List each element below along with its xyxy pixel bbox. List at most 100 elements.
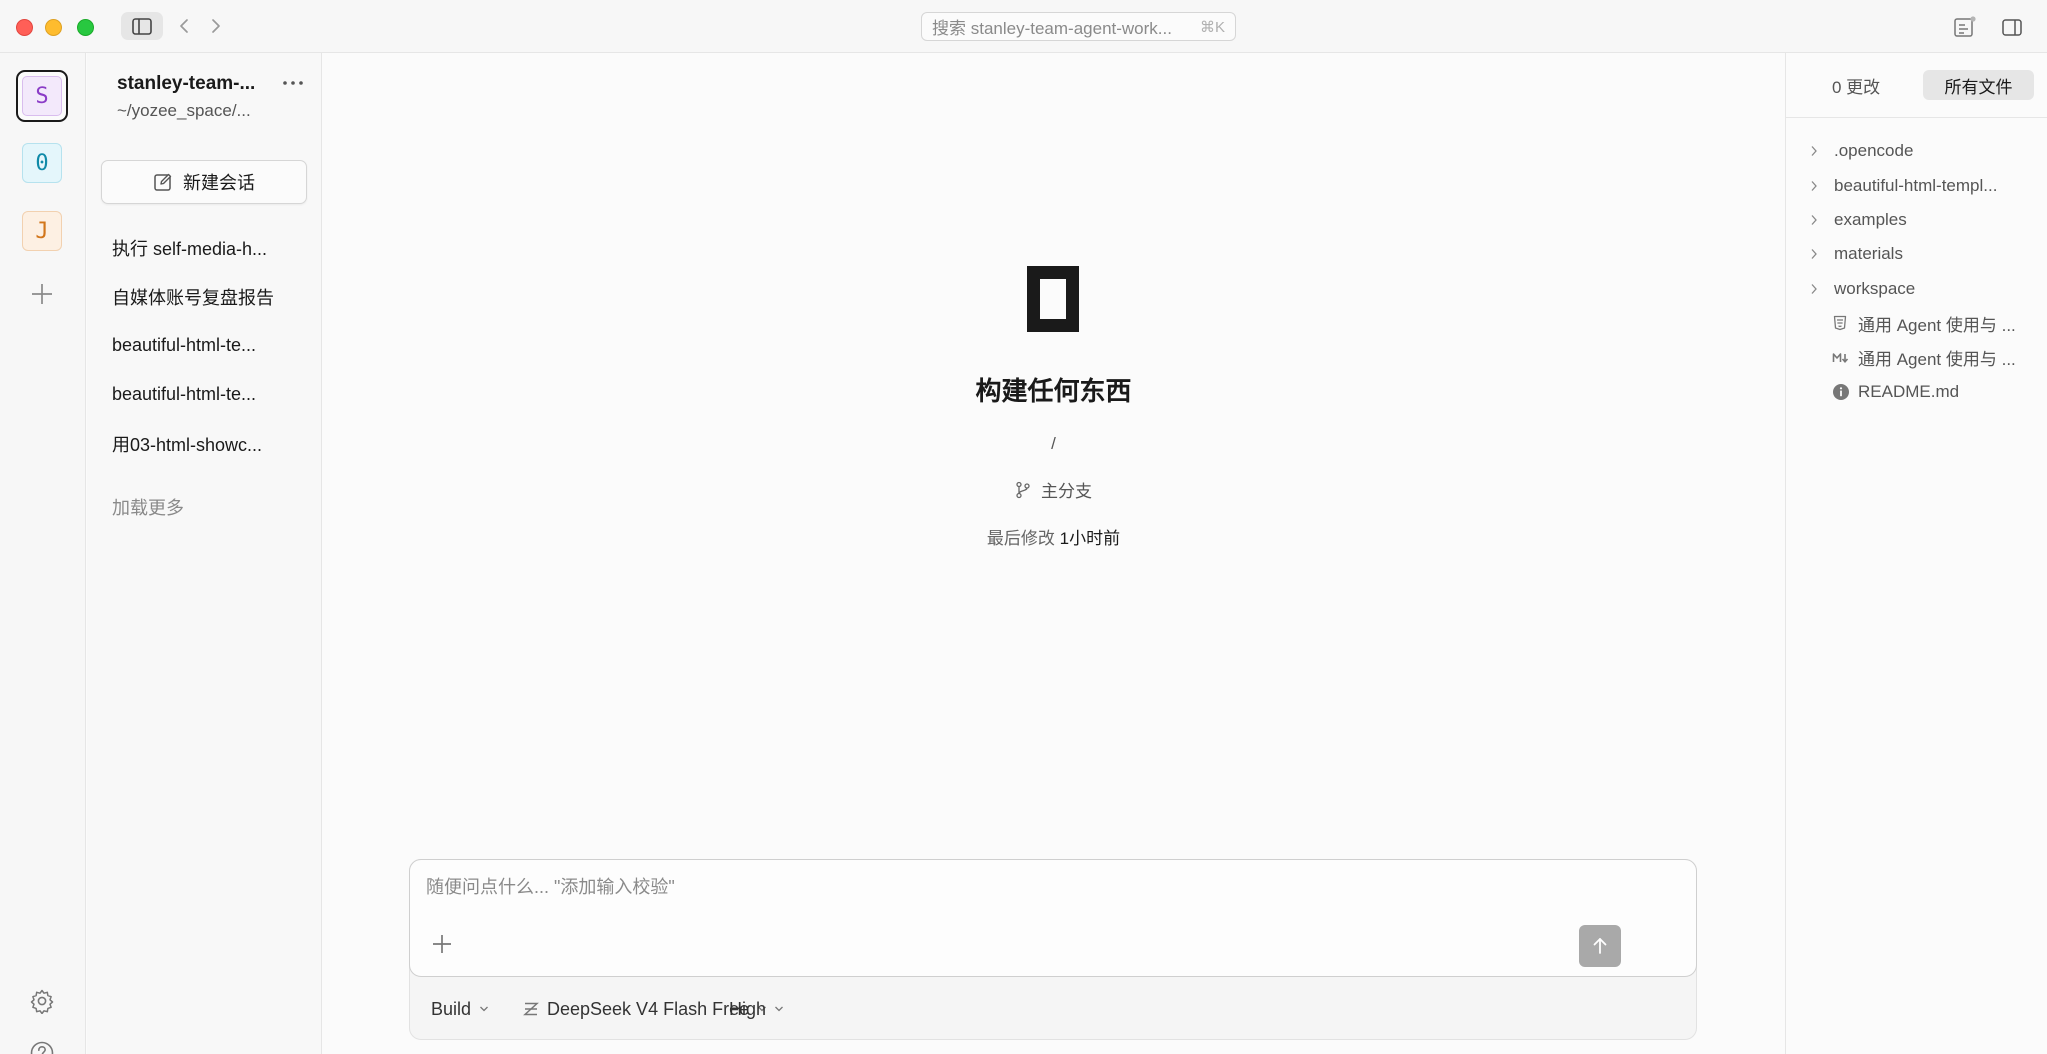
session-label: 自媒体账号复盘报告 [112, 287, 274, 308]
file-panel: 0 更改 所有文件 .opencode beautiful-html-templ… [1785, 53, 2047, 1054]
search-input[interactable]: 搜索 stanley-team-agent-work... ⌘K [921, 12, 1236, 41]
file-row[interactable]: README.md [1786, 375, 2047, 409]
info-file-icon [1833, 383, 1849, 400]
chevron-down-icon [480, 1006, 488, 1012]
send-button[interactable] [1579, 925, 1621, 967]
file-name: README.md [1858, 381, 1960, 401]
chevron-left-icon [180, 19, 188, 33]
mode-select[interactable]: Build [431, 989, 489, 1029]
project-j[interactable]: J [22, 211, 62, 251]
branch-info: 主分支 [323, 477, 1784, 502]
minimize-window-button[interactable] [45, 19, 62, 36]
review-panel-button[interactable] [1952, 14, 1978, 40]
project-0-letter: 0 [35, 150, 49, 176]
new-chat-button[interactable]: 新建会话 [101, 160, 307, 204]
html-file-icon [1833, 315, 1847, 331]
plus-icon [32, 284, 52, 304]
session-list: 执行 self-media-h... 自媒体账号复盘报告 beautiful-h… [87, 223, 322, 468]
last-modified-label: 最后修改 [986, 529, 1055, 548]
right-panel-icon [2002, 18, 2022, 36]
file-tree: .opencode beautiful-html-templ... exampl… [1786, 134, 2047, 409]
project-s-letter: S [35, 83, 49, 109]
project-0[interactable]: 0 [22, 143, 62, 183]
branch-name: 主分支 [1041, 482, 1092, 501]
prompt-input[interactable]: 随便问点什么... "添加输入校验" [409, 859, 1697, 977]
tab-changes[interactable]: 0 更改 [1832, 73, 1880, 98]
review-icon [1954, 16, 1976, 37]
folder-name: materials [1834, 244, 1903, 264]
folder-row[interactable]: materials [1786, 237, 2047, 271]
effort-select[interactable]: High [729, 989, 784, 1029]
file-name: 通用 Agent 使用与 ... [1858, 350, 2016, 370]
app-logo-icon [1027, 266, 1079, 332]
effort-label: High [729, 998, 767, 1019]
last-modified-value: 1小时前 [1059, 529, 1121, 548]
file-row[interactable]: 通用 Agent 使用与 ... [1786, 340, 2047, 374]
search-shortcut: ⌘K [1199, 18, 1225, 36]
file-row[interactable]: 通用 Agent 使用与 ... [1786, 306, 2047, 340]
help-icon [30, 1041, 54, 1054]
compose-icon [154, 173, 172, 191]
workspace-path: ~/yozee_space/... [117, 101, 251, 120]
search-placeholder: 搜索 stanley-team-agent-work... [932, 19, 1172, 38]
folder-row[interactable]: beautiful-html-templ... [1786, 168, 2047, 202]
session-item[interactable]: 用03-html-showc... [87, 419, 322, 468]
add-project-button[interactable] [28, 280, 56, 308]
folder-name: examples [1834, 209, 1907, 229]
close-window-button[interactable] [16, 19, 33, 36]
help-button[interactable] [29, 1040, 55, 1054]
git-branch-icon [1016, 481, 1030, 498]
session-label: 执行 self-media-h... [112, 238, 268, 259]
attach-button[interactable] [428, 930, 456, 958]
maximize-window-button[interactable] [77, 19, 94, 36]
empty-state-headline: 构建任何东西 [975, 376, 1132, 406]
folder-row[interactable]: examples [1786, 203, 2047, 237]
load-more-link[interactable]: 加载更多 [112, 494, 184, 520]
folder-row[interactable]: workspace [1786, 272, 2047, 306]
project-rail: S 0 J [0, 53, 86, 1054]
toggle-sidebar-button[interactable] [121, 12, 163, 40]
project-path: / [1051, 434, 1056, 453]
back-button[interactable] [173, 13, 195, 39]
prompt-placeholder: 随便问点什么... "添加输入校验" [426, 877, 675, 897]
folder-name: workspace [1834, 278, 1916, 298]
model-label: DeepSeek V4 Flash Free [547, 998, 750, 1019]
session-item[interactable]: beautiful-html-te... [87, 370, 322, 419]
mode-label: Build [431, 998, 472, 1019]
plus-icon [433, 935, 451, 953]
chevron-right-icon [1811, 249, 1817, 260]
title-bar: 搜索 stanley-team-agent-work... ⌘K [0, 0, 2047, 53]
chevron-right-icon [1811, 215, 1817, 225]
tab-all-files[interactable]: 所有文件 [1923, 70, 2034, 100]
folder-row[interactable]: .opencode [1786, 134, 2047, 168]
folder-name: .opencode [1834, 141, 1914, 161]
app-window: 搜索 stanley-team-agent-work... ⌘K S 0 J s… [0, 0, 2047, 1054]
session-label: beautiful-html-te... [112, 384, 257, 404]
file-panel-tabs: 0 更改 所有文件 [1786, 53, 2047, 118]
last-modified: 最后修改 1小时前 [323, 524, 1784, 549]
workspace-more-button[interactable] [279, 71, 307, 95]
new-chat-label: 新建会话 [183, 173, 255, 193]
composer-toolbar: Build DeepSeek V4 Flash Free High [409, 979, 1697, 1039]
arrow-up-icon [1593, 938, 1607, 954]
toggle-right-panel-button[interactable] [1999, 14, 2025, 40]
sidebar-icon [132, 17, 152, 35]
gear-icon [30, 989, 54, 1015]
session-label: 用03-html-showc... [112, 434, 263, 455]
session-sidebar: stanley-team-... ~/yozee_space/... 新建会话 … [87, 53, 322, 1054]
chevron-down-icon [775, 1006, 783, 1012]
project-s[interactable]: S [16, 70, 68, 122]
settings-button[interactable] [29, 988, 55, 1015]
session-item[interactable]: beautiful-html-te... [87, 321, 322, 370]
session-label: beautiful-html-te... [112, 335, 257, 355]
main-panel: 构建任何东西 / 主分支 最后修改 1小时前 随便问点什么... "添加输入校验… [323, 53, 1784, 1054]
file-name: 通用 Agent 使用与 ... [1858, 315, 2016, 335]
project-j-letter: J [35, 218, 49, 244]
chevron-right-icon [1811, 283, 1817, 294]
session-item[interactable]: 自媒体账号复盘报告 [87, 272, 322, 321]
folder-name: beautiful-html-templ... [1834, 175, 1998, 195]
session-item[interactable]: 执行 self-media-h... [87, 223, 322, 272]
forward-button[interactable] [205, 13, 227, 39]
workspace-name: stanley-team-... [117, 73, 256, 94]
markdown-file-icon [1832, 352, 1849, 363]
